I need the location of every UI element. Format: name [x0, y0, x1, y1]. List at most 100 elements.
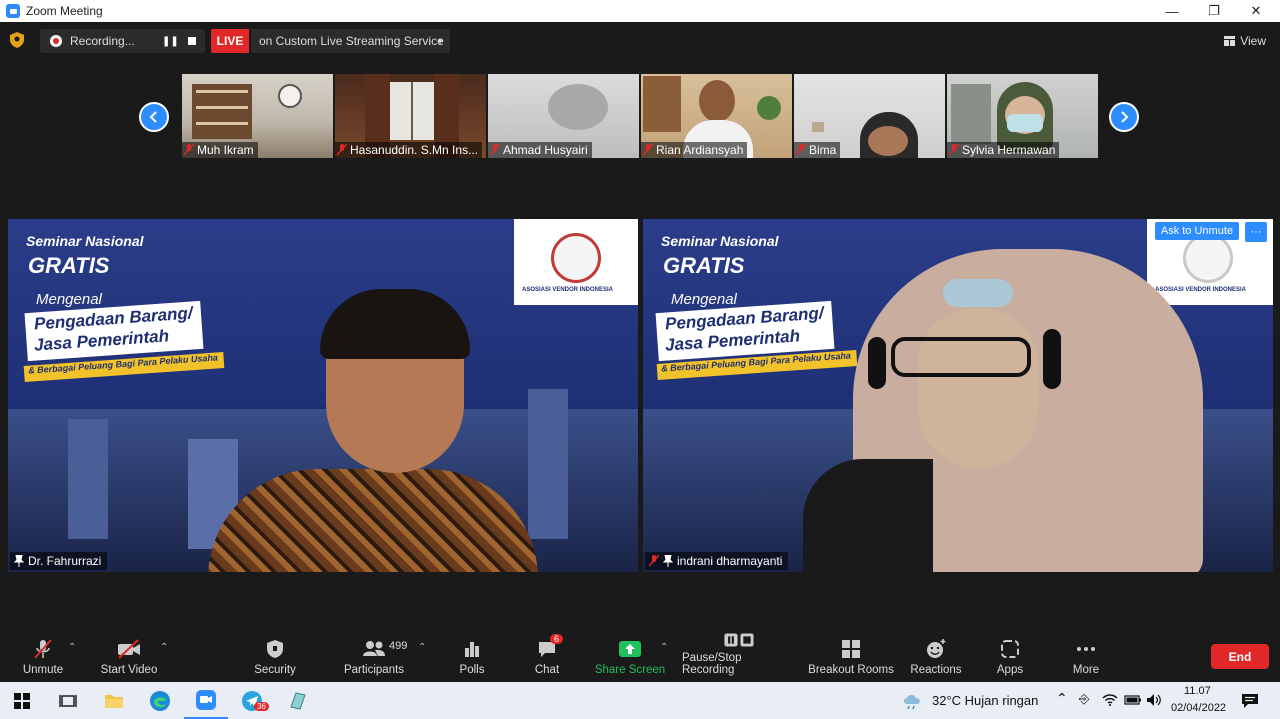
- video-options-chevron-icon[interactable]: ⌃: [160, 642, 168, 653]
- participant-thumbnail[interactable]: Sylvia Hermawan: [947, 74, 1098, 158]
- share-screen-button[interactable]: Share Screen: [594, 632, 666, 682]
- polls-icon: [465, 642, 479, 657]
- more-label: More: [1072, 664, 1100, 676]
- previous-page-button[interactable]: [139, 102, 169, 132]
- battery-icon[interactable]: [1124, 694, 1142, 706]
- notifications-icon[interactable]: [1241, 693, 1259, 709]
- participants-chevron-icon[interactable]: ⌃: [418, 642, 426, 653]
- window-title: Zoom Meeting: [26, 4, 103, 18]
- participant-name: Ahmad Husyairi: [503, 143, 588, 157]
- zoom-taskbar-button[interactable]: [184, 682, 228, 719]
- apps-button[interactable]: Apps: [990, 632, 1030, 682]
- participant-thumbnail[interactable]: Muh Ikram: [182, 74, 333, 158]
- view-label: View: [1240, 34, 1266, 48]
- speaker-icon[interactable]: [1146, 693, 1162, 707]
- view-button[interactable]: View: [1224, 34, 1266, 48]
- chevron-right-icon: [1121, 111, 1129, 123]
- security-button[interactable]: Security: [250, 632, 300, 682]
- more-button[interactable]: More: [1066, 632, 1106, 682]
- video-tile-fahrurrazi[interactable]: Seminar Nasional GRATIS Mengenal Pengada…: [8, 219, 638, 572]
- pin-icon: [663, 555, 673, 567]
- participant-name: Dr. Fahrurrazi: [28, 554, 102, 568]
- wifi-icon[interactable]: [1102, 693, 1118, 707]
- pause-stop-label: Pause/Stop Recording: [682, 652, 742, 676]
- security-label: Security: [254, 664, 296, 676]
- reactions-button[interactable]: Reactions: [908, 632, 964, 682]
- ask-to-unmute-button[interactable]: Ask to Unmute: [1154, 222, 1239, 240]
- mic-off-icon: [184, 144, 194, 156]
- chat-label: Chat: [534, 664, 560, 676]
- smiley-icon: [927, 639, 946, 658]
- windows-taskbar: 36 32°C Hujan ringan ⌃ ⎆ 11.07 02/04/202…: [0, 682, 1280, 719]
- security-shield-icon[interactable]: [10, 32, 24, 48]
- restore-button[interactable]: ❐: [1194, 0, 1234, 22]
- video-off-icon: [118, 639, 140, 659]
- meet-now-icon[interactable]: ⎆: [1079, 691, 1089, 707]
- pause-recording-icon[interactable]: ❚❚: [162, 36, 179, 47]
- banner-gratis: GRATIS: [28, 253, 110, 278]
- chat-unread-badge: 6: [550, 634, 564, 644]
- notes-app-button[interactable]: [276, 682, 320, 719]
- minimize-button[interactable]: —: [1152, 0, 1192, 22]
- close-button[interactable]: ✕: [1236, 0, 1276, 22]
- file-explorer-button[interactable]: [92, 682, 136, 719]
- meeting-toolbar: Unmute ⌃ Start Video ⌃ Security Particip…: [0, 632, 1280, 682]
- grid-view-icon: [1224, 36, 1236, 46]
- polls-button[interactable]: Polls: [452, 632, 492, 682]
- task-view-button[interactable]: [46, 682, 90, 719]
- thumbnail-name-tag: Bima: [794, 142, 841, 158]
- start-video-button[interactable]: Start Video: [96, 632, 162, 682]
- breakout-rooms-icon: [842, 640, 860, 658]
- participant-thumbnail[interactable]: Hasanuddin. S.Mn Ins...: [335, 74, 486, 158]
- breakout-rooms-label: Breakout Rooms: [808, 664, 894, 676]
- edge-browser-button[interactable]: [138, 682, 182, 719]
- next-page-button[interactable]: [1109, 102, 1139, 132]
- banner-gratis: GRATIS: [663, 253, 745, 278]
- zoom-app-icon: [6, 4, 20, 18]
- edge-icon: [150, 690, 170, 711]
- tile-more-button[interactable]: ···: [1245, 222, 1267, 242]
- stop-recording-icon[interactable]: [188, 37, 196, 45]
- unmute-label: Unmute: [22, 664, 64, 676]
- banner-title: Seminar Nasional: [661, 233, 779, 249]
- pin-icon: [14, 555, 24, 567]
- chevron-up-icon[interactable]: ⌃: [1056, 690, 1068, 707]
- share-options-chevron-icon[interactable]: ⌃: [660, 642, 668, 653]
- telegram-badge: 36: [254, 702, 269, 711]
- telegram-taskbar-button[interactable]: 36: [230, 682, 274, 719]
- clock-date[interactable]: 02/04/2022: [1171, 702, 1226, 714]
- share-screen-label: Share Screen: [594, 664, 666, 676]
- thumbnail-name-tag: Muh Ikram: [182, 142, 258, 158]
- participant-name: indrani dharmayanti: [677, 554, 783, 568]
- video-tile-indrani[interactable]: Seminar Nasional GRATIS Mengenal Pengada…: [643, 219, 1273, 572]
- breakout-rooms-button[interactable]: Breakout Rooms: [808, 632, 894, 682]
- participant-thumbnail[interactable]: Rian Ardiansyah: [641, 74, 792, 158]
- folder-icon: [105, 694, 123, 708]
- unmute-button[interactable]: Unmute: [18, 632, 68, 682]
- reactions-label: Reactions: [910, 664, 962, 676]
- zoom-icon: [196, 689, 216, 710]
- meeting-stage: Recording... ❚❚ LIVE on Custom Live Stre…: [0, 22, 1280, 632]
- end-meeting-button[interactable]: End: [1211, 644, 1269, 669]
- participant-thumbnail[interactable]: Bima: [794, 74, 945, 158]
- audio-options-chevron-icon[interactable]: ⌃: [68, 642, 76, 653]
- thumbnail-name-tag: Ahmad Husyairi: [488, 142, 592, 158]
- window-titlebar: Zoom Meeting — ❐ ✕: [0, 0, 1280, 22]
- participant-thumbnail[interactable]: Ahmad Husyairi: [488, 74, 639, 158]
- mic-off-icon: [796, 144, 806, 156]
- pause-stop-recording-button[interactable]: Pause/Stop Recording: [682, 632, 796, 682]
- clock-time[interactable]: 11.07: [1184, 685, 1211, 697]
- weather-text[interactable]: 32°C Hujan ringan: [932, 693, 1038, 708]
- live-badge: LIVE: [211, 29, 249, 53]
- apps-label: Apps: [996, 664, 1024, 676]
- thumbnail-name-tag: Hasanuddin. S.Mn Ins...: [335, 142, 483, 158]
- banner-mengenal: Mengenal: [36, 291, 102, 308]
- participant-name: Muh Ikram: [197, 143, 254, 157]
- mic-off-icon: [490, 144, 500, 156]
- more-dots-icon: [1077, 647, 1095, 651]
- participant-name: Bima: [809, 143, 837, 157]
- banner-mengenal: Mengenal: [671, 291, 737, 308]
- mic-muted-icon: [34, 639, 52, 659]
- windows-start-button[interactable]: [0, 682, 44, 719]
- live-service-dropdown[interactable]: on Custom Live Streaming Service ▼: [251, 29, 450, 53]
